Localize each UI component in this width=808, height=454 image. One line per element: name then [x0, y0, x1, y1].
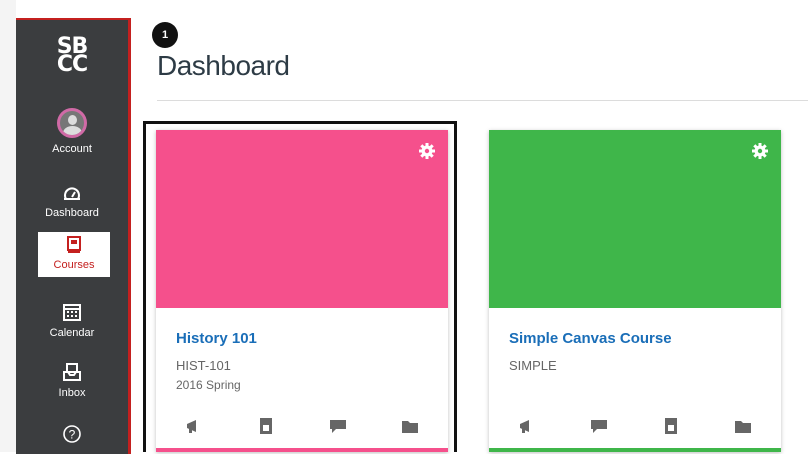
- nav-item-label: Inbox: [58, 387, 86, 399]
- course-term: 2016 Spring: [176, 378, 241, 392]
- nav-item-help[interactable]: ?: [16, 424, 128, 447]
- files-icon[interactable]: [400, 416, 420, 436]
- course-card-hero[interactable]: [156, 130, 448, 308]
- help-icon: ?: [62, 425, 82, 447]
- course-card-actions: [489, 416, 781, 436]
- announcement-icon[interactable]: [517, 416, 537, 436]
- avatar: [57, 108, 87, 138]
- assignments-icon[interactable]: [661, 416, 681, 436]
- course-card-bottom-strip: [489, 448, 781, 452]
- sbcc-logo[interactable]: SB CC: [16, 36, 128, 77]
- discussions-icon[interactable]: [328, 416, 348, 436]
- course-card-hero[interactable]: [489, 130, 781, 308]
- nav-item-label: Calendar: [49, 327, 95, 339]
- nav-item-inbox[interactable]: Inbox: [16, 362, 128, 399]
- files-icon[interactable]: [733, 416, 753, 436]
- nav-item-account[interactable]: Account: [16, 108, 128, 155]
- gear-icon[interactable]: [751, 142, 769, 160]
- discussions-icon[interactable]: [589, 416, 609, 436]
- global-navigation: SB CC Account Dashboard Courses Calendar…: [16, 18, 131, 454]
- calendar-icon: [62, 304, 82, 325]
- course-card-actions: [156, 416, 448, 436]
- gear-icon[interactable]: [418, 142, 436, 160]
- course-name-link[interactable]: History 101: [176, 330, 257, 347]
- course-card[interactable]: History 101 HIST-101 2016 Spring: [156, 130, 448, 452]
- nav-item-label: Courses: [53, 259, 95, 271]
- announcement-icon[interactable]: [184, 416, 204, 436]
- course-name-link[interactable]: Simple Canvas Course: [509, 330, 672, 347]
- course-code: SIMPLE: [509, 358, 557, 373]
- course-card[interactable]: Simple Canvas Course SIMPLE: [489, 130, 781, 452]
- dashboard-icon: [61, 187, 83, 205]
- inbox-icon: [62, 363, 82, 385]
- assignments-icon[interactable]: [256, 416, 276, 436]
- nav-item-calendar[interactable]: Calendar: [16, 302, 128, 339]
- window-edge: [0, 0, 16, 452]
- nav-item-courses[interactable]: Courses: [38, 232, 110, 277]
- courses-icon: [66, 236, 82, 257]
- svg-text:?: ?: [69, 428, 76, 442]
- course-card-bottom-strip: [156, 448, 448, 452]
- logo-line-2: CC: [56, 52, 88, 77]
- page-title: Dashboard: [157, 50, 290, 81]
- course-code: HIST-101: [176, 358, 231, 373]
- header-divider: [157, 100, 808, 101]
- nav-item-label: Account: [52, 143, 92, 155]
- nav-item-dashboard[interactable]: Dashboard: [16, 184, 128, 219]
- nav-item-label: Dashboard: [45, 207, 99, 219]
- step-badge: 1: [152, 22, 178, 48]
